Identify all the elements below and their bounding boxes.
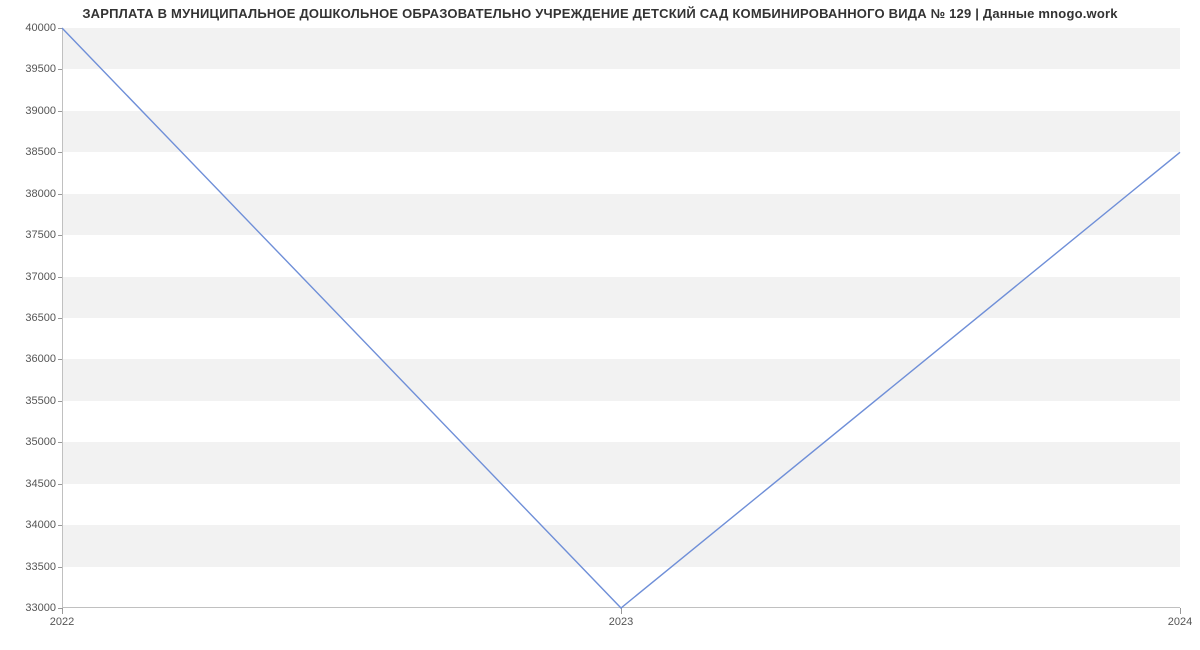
y-tick-label: 39500 xyxy=(25,63,62,75)
y-tick-label: 35000 xyxy=(25,436,62,448)
y-tick-label: 35500 xyxy=(25,395,62,407)
y-tick-label: 40000 xyxy=(25,22,62,34)
line-layer xyxy=(62,28,1180,608)
chart-title: ЗАРПЛАТА В МУНИЦИПАЛЬНОЕ ДОШКОЛЬНОЕ ОБРА… xyxy=(0,6,1200,21)
x-tick-mark xyxy=(1180,608,1181,614)
y-tick-label: 36500 xyxy=(25,312,62,324)
y-tick-label: 38000 xyxy=(25,188,62,200)
y-tick-label: 39000 xyxy=(25,105,62,117)
y-tick-label: 36000 xyxy=(25,353,62,365)
x-tick-mark xyxy=(62,608,63,614)
y-tick-label: 33500 xyxy=(25,561,62,573)
x-tick-mark xyxy=(621,608,622,614)
y-tick-label: 37500 xyxy=(25,229,62,241)
y-tick-label: 34000 xyxy=(25,519,62,531)
chart-container: ЗАРПЛАТА В МУНИЦИПАЛЬНОЕ ДОШКОЛЬНОЕ ОБРА… xyxy=(0,0,1200,650)
y-tick-label: 34500 xyxy=(25,478,62,490)
y-tick-label: 37000 xyxy=(25,271,62,283)
y-tick-label: 38500 xyxy=(25,146,62,158)
plot-area: 3300033500340003450035000355003600036500… xyxy=(62,28,1180,608)
series-line xyxy=(62,28,1180,608)
